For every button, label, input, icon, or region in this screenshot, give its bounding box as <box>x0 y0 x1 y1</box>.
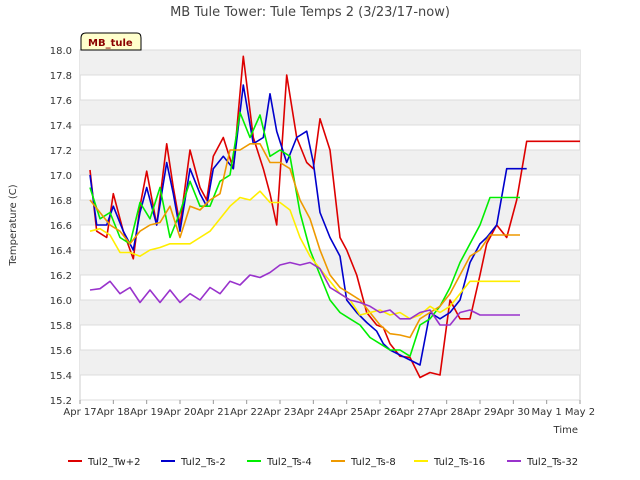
legend: Tul2_Tw+2 Tul2_Ts-2 Tul2_Ts-4 Tul2_Ts-8 Tul2… <box>68 457 578 468</box>
x-tick-label: Apr 27 <box>397 407 430 418</box>
grid-band <box>80 300 580 325</box>
legend-label: Tul2_Ts-32 <box>526 457 578 468</box>
station-badge: MB_tule <box>80 32 142 51</box>
y-tick-label: 15.2 <box>50 396 72 407</box>
x-tick-label: May 2 <box>565 407 595 418</box>
y-tick-label: 17.4 <box>50 121 72 132</box>
y-tick-label: 16.0 <box>50 296 72 307</box>
y-tick-label: 15.6 <box>50 346 72 357</box>
legend-label: Tul2_Tw+2 <box>87 457 140 468</box>
x-tick-label: Apr 25 <box>330 407 363 418</box>
x-tick-label: May 1 <box>532 407 562 418</box>
y-axis-ticks: 15.2 15.4 15.6 15.8 16.0 16.2 16.4 16.6 16.8 17.0… <box>50 46 72 407</box>
x-tick-label: Apr 20 <box>163 407 196 418</box>
chart-container: MB Tule Tower: Tule Temps 2 (3/23/17-now… <box>0 0 640 480</box>
x-axis-title: Time <box>553 425 578 436</box>
x-tick-label: Apr 24 <box>297 407 330 418</box>
legend-label: Tul2_Ts-4 <box>266 457 312 468</box>
x-tick-label: Apr 26 <box>363 407 396 418</box>
x-tick-label: Apr 30 <box>497 407 530 418</box>
x-axis-ticks: Apr 17 Apr 18 Apr 19 Apr 20 Apr 21 Apr 22 Apr … <box>63 400 595 418</box>
y-tick-label: 17.6 <box>50 96 72 107</box>
y-tick-label: 17.2 <box>50 146 72 157</box>
grid-band <box>80 250 580 275</box>
grid-band <box>80 100 580 125</box>
y-tick-label: 15.4 <box>50 371 72 382</box>
y-tick-label: 15.8 <box>50 321 72 332</box>
grid-band <box>80 50 580 75</box>
x-tick-label: Apr 22 <box>230 407 263 418</box>
x-tick-label: Apr 19 <box>130 407 163 418</box>
legend-label: Tul2_Ts-8 <box>350 457 396 468</box>
y-axis-title: Temperature (C) <box>8 184 19 266</box>
y-tick-label: 16.6 <box>50 221 72 232</box>
x-tick-label: Apr 17 <box>63 407 96 418</box>
x-tick-label: Apr 28 <box>430 407 463 418</box>
y-tick-label: 16.2 <box>50 271 72 282</box>
grid-band <box>80 350 580 375</box>
chart-title: MB Tule Tower: Tule Temps 2 (3/23/17-now… <box>170 5 450 20</box>
badge-label: MB_tule <box>88 38 133 49</box>
line-chart: MB Tule Tower: Tule Temps 2 (3/23/17-now… <box>8 5 595 468</box>
legend-label: Tul2_Ts-2 <box>180 457 226 468</box>
y-tick-label: 16.4 <box>50 246 72 257</box>
y-tick-label: 16.8 <box>50 196 72 207</box>
y-tick-label: 18.0 <box>50 46 72 57</box>
y-tick-label: 17.0 <box>50 171 72 182</box>
x-tick-label: Apr 21 <box>197 407 230 418</box>
legend-label: Tul2_Ts-16 <box>433 457 485 468</box>
y-tick-label: 17.8 <box>50 71 72 82</box>
x-tick-label: Apr 23 <box>263 407 296 418</box>
x-tick-label: Apr 18 <box>97 407 130 418</box>
x-tick-label: Apr 29 <box>463 407 496 418</box>
